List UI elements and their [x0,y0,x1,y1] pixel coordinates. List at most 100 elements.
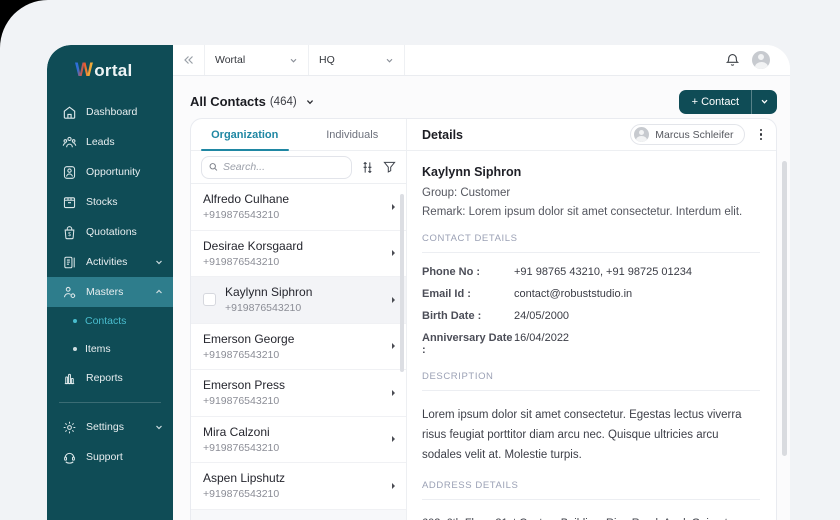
info-value: +91 98765 43210, +91 98725 01234 [514,266,693,278]
contact-row[interactable]: Emerson George +919876543210 [191,324,406,370]
sidebar-subitem-label: Contacts [85,315,127,327]
title-dropdown-chevron[interactable] [305,97,315,107]
contact-row[interactable]: Aspen Lipshutz +919876543210 [191,463,406,510]
chevron-down-icon [761,99,768,104]
contact-row-selected[interactable]: Kaylynn Siphron +919876543210 [191,277,406,324]
info-value: 16/04/2022 [514,332,570,344]
chevron-down-icon [155,423,163,431]
contact-phone: +919876543210 [203,395,280,408]
details-title: Details [422,127,463,142]
sidebar-subitem-items[interactable]: Items [47,335,173,363]
description-text: Lorem ipsum dolor sit amet consectetur. … [422,409,742,462]
topbar: Wortal HQ [173,45,790,76]
search-input[interactable] [222,161,344,173]
sort-adjust-icon[interactable] [361,161,374,174]
activity-icon [62,255,77,270]
sidebar-item-activities[interactable]: Activities [47,247,173,277]
notification-bell-icon[interactable] [726,53,739,67]
app-window: Wortal Dashboard Leads Opportunity Stock [47,45,790,520]
section-heading-address: ADDRESS DETAILS [422,480,519,492]
section-heading-contact-details: CONTACT DETAILS [422,233,518,244]
chevron-down-icon [155,258,163,266]
contact-phone: +919876543210 [203,348,280,361]
branch-selector[interactable]: HQ [309,45,405,75]
logo-text: ortal [94,61,133,80]
box-icon [62,195,77,210]
bag-icon: $ [62,225,77,240]
contact-name: Emerson Press [203,378,286,393]
gear-icon [62,420,77,435]
section-divider [422,252,760,253]
contact-phone: +919876543210 [203,488,280,501]
contact-phone: +919876543210 [203,255,280,268]
user-avatar[interactable] [752,51,770,69]
contact-row[interactable]: Mira Calzoni +919876543210 [191,417,406,463]
add-contact-dropdown[interactable] [751,89,777,114]
filter-funnel-icon[interactable] [383,161,396,173]
sidebar-subitem-contacts[interactable]: Contacts [47,307,173,335]
section-divider [422,390,760,391]
sidebar-item-label: Settings [86,421,124,433]
caret-right-icon [391,249,396,257]
more-options-icon[interactable] [758,127,765,143]
people-icon [62,135,77,150]
add-contact-label: + Contact [691,95,739,108]
tab-individuals[interactable]: Individuals [299,119,407,150]
contact-count: (464) [269,95,297,108]
contact-name: Emerson George [203,331,295,346]
info-label: Anniversary Date : [422,332,513,356]
sidebar-item-stocks[interactable]: Stocks [47,187,173,217]
sidebar-item-label: Support [86,451,123,463]
list-tabs: Organization Individuals [191,119,406,151]
search-toolbar [191,151,406,184]
sidebar-item-label: Stocks [86,196,118,208]
list-scrollbar[interactable] [400,194,404,372]
info-label: Phone No : [422,266,481,278]
sidebar-item-masters[interactable]: Masters [47,277,173,307]
search-box[interactable] [201,155,352,179]
add-contact-button[interactable]: + Contact [678,89,777,114]
sidebar-item-leads[interactable]: Leads [47,127,173,157]
sidebar-item-reports[interactable]: Reports [47,363,173,393]
info-value: contact@robuststudio.in [514,288,633,300]
sidebar-item-settings[interactable]: Settings [47,412,173,442]
sidebar-item-label: Reports [86,372,123,384]
contact-name: Mira Calzoni [203,424,270,439]
sidebar-item-label: Opportunity [86,166,141,178]
contact-row[interactable]: Emerson Press +919876543210 [191,370,406,417]
sidebar-item-quotations[interactable]: $ Quotations [47,217,173,247]
contact-row[interactable]: Desirae Korsgaard +919876543210 [191,231,406,277]
info-label: Birth Date : [422,310,482,322]
sidebar-collapse-button[interactable] [173,45,205,75]
info-row: Anniversary Date : 16/04/2022 [422,332,760,356]
contact-list: Alfredo Culhane +919876543210 Desirae Ko… [191,184,406,520]
contact-name: Aspen Lipshutz [203,471,286,486]
details-scrollbar[interactable] [782,161,787,456]
home-icon [62,105,77,120]
contact-row-partial[interactable] [191,509,406,520]
organization-selector[interactable]: Wortal [205,45,309,75]
person-badge-icon [62,165,77,180]
assignee-pill[interactable]: Marcus Schleifer [630,124,745,145]
caret-right-icon [391,203,396,211]
contact-row[interactable]: Alfredo Culhane +919876543210 [191,184,406,231]
sidebar-item-label: Masters [86,286,124,298]
sidebar-item-label: Leads [86,136,115,148]
content-area: All Contacts (464) + Contact Organizatio… [173,76,790,520]
page-title: All Contacts [190,94,266,109]
details-panel: Details Marcus Schleifer Kaylynn Siphron… [407,119,776,520]
contact-checkbox[interactable] [203,293,216,307]
contact-name: Desirae Korsgaard [203,238,304,253]
sidebar: Wortal Dashboard Leads Opportunity Stock [47,45,173,520]
tab-organization[interactable]: Organization [191,119,299,151]
chevron-down-icon [290,58,297,63]
main-area: Wortal HQ All Contacts (464) + Contact O… [173,45,790,520]
sidebar-item-opportunity[interactable]: Opportunity [47,157,173,187]
sidebar-item-support[interactable]: Support [47,442,173,472]
contact-phone: +919876543210 [203,209,280,222]
search-icon [209,163,218,171]
bar-chart-icon [62,371,77,386]
contacts-list-panel: Organization Individuals Search... Alfre… [191,119,407,520]
contact-info-rows: Phone No : +91 98765 43210, +91 98725 01… [422,266,760,356]
sidebar-item-dashboard[interactable]: Dashboard [47,97,173,127]
